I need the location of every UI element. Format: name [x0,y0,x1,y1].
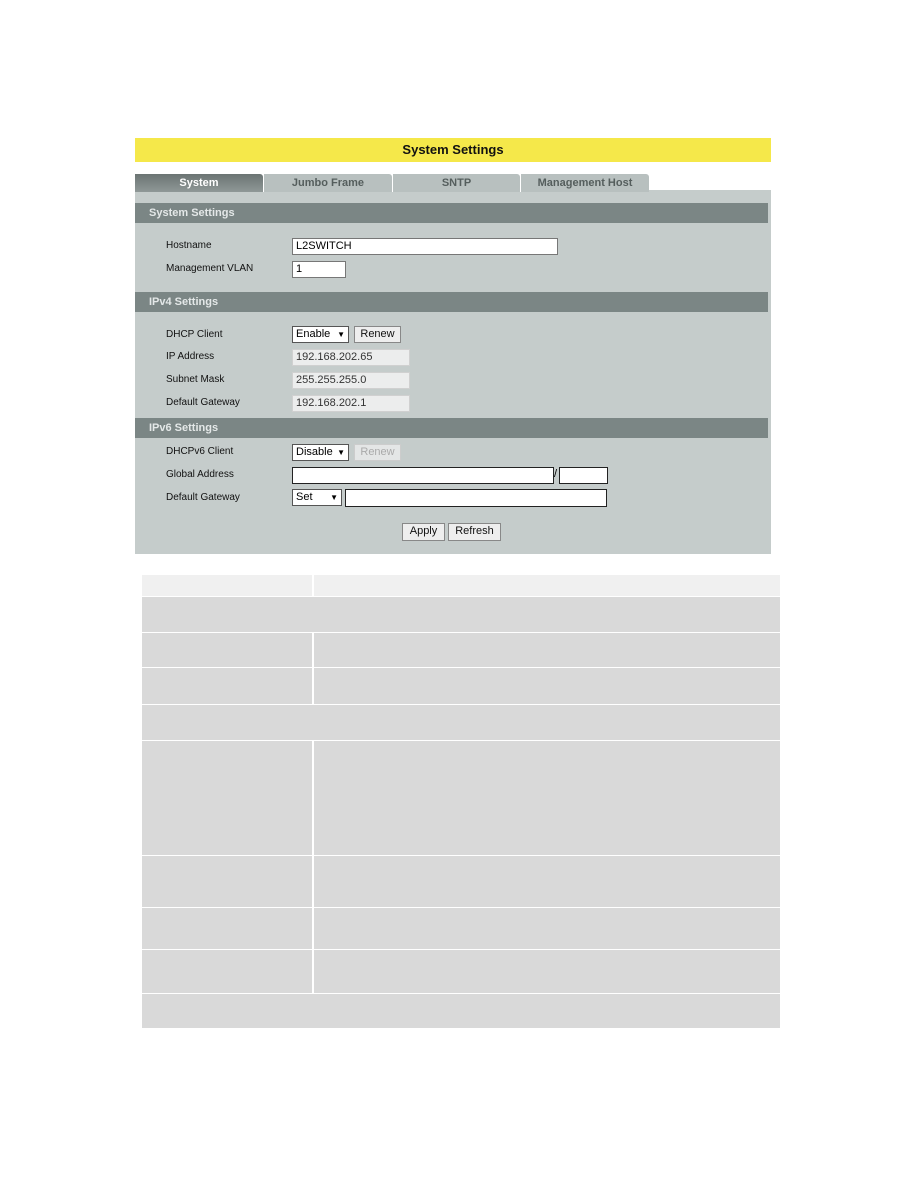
table-cell [314,950,780,993]
table-row [142,705,780,740]
table-cell [142,856,312,907]
chevron-down-icon: ▼ [337,330,345,339]
page-title: System Settings [135,138,771,162]
table-cell [142,741,312,855]
prefix-separator: / [554,468,558,480]
dhcpv6-client-value: Disable [296,446,333,458]
system-settings-header: System Settings [135,203,768,223]
dhcp-client-select[interactable]: Enable ▼ [292,326,349,343]
dhcp-client-value: Enable [296,328,331,340]
table-row [142,994,780,1028]
management-vlan-input[interactable]: 1 [292,261,346,278]
table-cell [142,950,312,993]
hostname-label: Hostname [166,240,212,251]
table-cell [142,633,312,667]
apply-button[interactable]: Apply [402,523,445,541]
tab-management-host[interactable]: Management Host [521,174,649,192]
renew-v6-button[interactable]: Renew [354,444,401,461]
ipv4-default-gateway-input[interactable]: 192.168.202.1 [292,395,410,412]
ipv6-default-gateway-label: Default Gateway [166,492,240,503]
table-cell [142,908,312,949]
ipv6-settings-header: IPv6 Settings [135,418,768,438]
dhcp-client-label: DHCP Client [166,329,223,340]
global-address-label: Global Address [166,469,234,480]
dhcpv6-client-select[interactable]: Disable ▼ [292,444,349,461]
ipv6-gateway-mode-value: Set [296,491,313,503]
hostname-input[interactable]: L2SWITCH [292,238,558,255]
refresh-button[interactable]: Refresh [448,523,501,541]
table-row [142,597,780,632]
subnet-mask-label: Subnet Mask [166,374,225,385]
dhcpv6-client-label: DHCPv6 Client [166,446,234,457]
table-cell [314,668,780,704]
tab-system[interactable]: System [135,174,263,192]
ipv4-settings-header: IPv4 Settings [135,292,768,312]
ipv6-gateway-mode-select[interactable]: Set ▼ [292,489,342,506]
table-cell [314,856,780,907]
tab-sntp[interactable]: SNTP [393,174,520,192]
ipv4-default-gateway-label: Default Gateway [166,397,240,408]
tab-underline [649,190,771,193]
management-vlan-label: Management VLAN [166,263,254,274]
renew-button[interactable]: Renew [354,326,401,343]
prefix-length-input[interactable] [559,467,608,484]
ip-address-label: IP Address [166,351,215,362]
ipv6-default-gateway-input[interactable] [345,489,607,507]
chevron-down-icon: ▼ [337,448,345,457]
global-address-input[interactable] [292,467,554,484]
subnet-mask-input[interactable]: 255.255.255.0 [292,372,410,389]
chevron-down-icon: ▼ [330,493,338,502]
table-cell [142,668,312,704]
table-header-cell [314,575,780,596]
table-cell [314,633,780,667]
table-cell [314,741,780,855]
table-cell [314,908,780,949]
tab-jumbo-frame[interactable]: Jumbo Frame [264,174,392,192]
ip-address-input[interactable]: 192.168.202.65 [292,349,410,366]
table-header-cell [142,575,312,596]
